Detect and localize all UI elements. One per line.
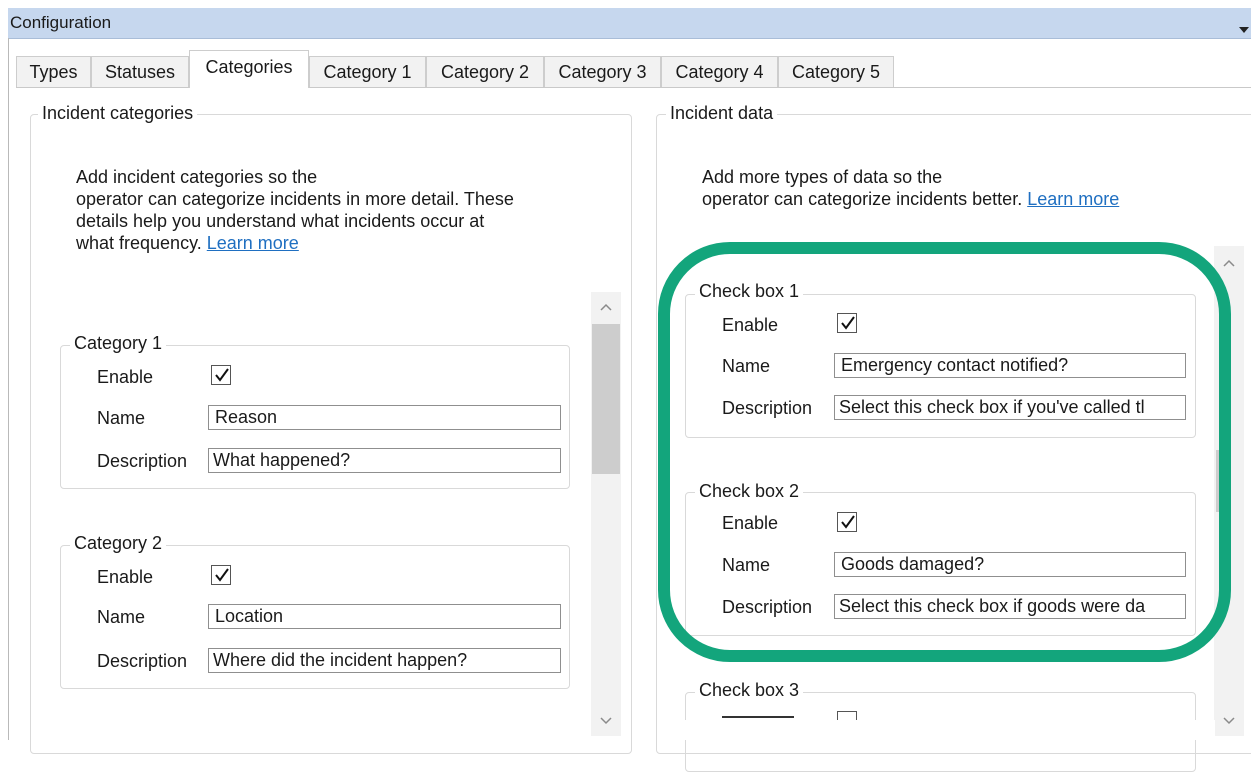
category-2-description-field[interactable]: Where did the incident happen?: [208, 648, 561, 673]
scroll-clip: [685, 720, 1215, 740]
tab-category-5[interactable]: Category 5: [778, 56, 894, 87]
check-box-1-legend: Check box 1: [695, 281, 804, 302]
enable-label: Enable: [722, 315, 779, 335]
tab-categories[interactable]: Categories: [189, 50, 309, 88]
category-1-enable-checkbox[interactable]: [211, 365, 231, 385]
category-2-enable-checkbox[interactable]: [211, 565, 231, 585]
incident-data-intro: Add more types of data so the operator c…: [702, 166, 1119, 210]
category-1-legend: Category 1: [70, 333, 167, 354]
intro-line: details help you understand what inciden…: [76, 211, 485, 231]
intro-line: operator can categorize incidents better…: [702, 189, 1023, 209]
tab-category-4[interactable]: Category 4: [661, 56, 778, 87]
window-title: Configuration: [10, 13, 112, 32]
category-2-legend: Category 2: [70, 533, 167, 554]
description-label: Description: [722, 597, 813, 617]
check-icon: [215, 568, 229, 582]
chevron-down-icon[interactable]: [1239, 27, 1249, 33]
learn-more-link[interactable]: Learn more: [207, 233, 299, 253]
tab-statuses[interactable]: Statuses: [91, 56, 189, 87]
description-label: Description: [97, 451, 188, 471]
check-box-2-name-field[interactable]: Goods damaged?: [834, 552, 1186, 577]
category-2-name-field[interactable]: Location: [208, 604, 561, 629]
name-label: Name: [97, 607, 146, 627]
title-bar: Configuration: [8, 8, 1251, 39]
clipped-text-fragment: [722, 716, 794, 719]
window-border: [8, 38, 9, 740]
scroll-down-icon[interactable]: [591, 706, 621, 736]
check-box-3-legend: Check box 3: [695, 680, 804, 701]
description-label: Description: [97, 651, 188, 671]
name-label: Name: [97, 408, 146, 428]
tab-category-1[interactable]: Category 1: [309, 56, 426, 87]
clipped-label: [722, 713, 812, 719]
learn-more-link[interactable]: Learn more: [1027, 189, 1119, 209]
tab-category-2[interactable]: Category 2: [426, 56, 544, 87]
check-box-1-description-field[interactable]: Select this check box if you've called t…: [834, 395, 1186, 420]
intro-line: what frequency.: [76, 233, 202, 253]
incident-categories-legend: Incident categories: [38, 103, 198, 124]
scroll-down-icon[interactable]: [1214, 706, 1244, 736]
incident-data-legend: Incident data: [666, 103, 778, 124]
scroll-thumb[interactable]: [592, 324, 620, 474]
name-label: Name: [722, 356, 771, 376]
check-box-1-name-field[interactable]: Emergency contact notified?: [834, 353, 1186, 378]
intro-line: Add more types of data so the: [702, 167, 943, 187]
name-label: Name: [722, 555, 771, 575]
scroll-thumb[interactable]: [1216, 450, 1222, 512]
incident-categories-intro: Add incident categories so the operator …: [76, 166, 514, 254]
enable-label: Enable: [97, 367, 154, 387]
tab-types[interactable]: Types: [16, 56, 91, 87]
check-box-1-enable-checkbox[interactable]: [837, 313, 857, 333]
scroll-up-icon[interactable]: [1214, 248, 1244, 278]
check-box-2-description-field[interactable]: Select this check box if goods were da: [834, 594, 1186, 619]
description-label: Description: [722, 398, 813, 418]
intro-line: operator can categorize incidents in mor…: [76, 189, 514, 209]
check-icon: [215, 368, 229, 382]
check-box-2-enable-checkbox[interactable]: [837, 512, 857, 532]
check-icon: [841, 515, 855, 529]
tab-category-3[interactable]: Category 3: [544, 56, 661, 87]
enable-label: Enable: [97, 567, 154, 587]
right-scrollbar[interactable]: [1214, 246, 1244, 736]
enable-label: Enable: [722, 513, 779, 533]
check-box-2-legend: Check box 2: [695, 481, 804, 502]
intro-line: Add incident categories so the: [76, 167, 318, 187]
category-1-name-field[interactable]: Reason: [208, 405, 561, 430]
category-1-description-field[interactable]: What happened?: [208, 448, 561, 473]
check-icon: [841, 316, 855, 330]
left-scrollbar[interactable]: [591, 292, 621, 736]
scroll-up-icon[interactable]: [591, 292, 621, 322]
